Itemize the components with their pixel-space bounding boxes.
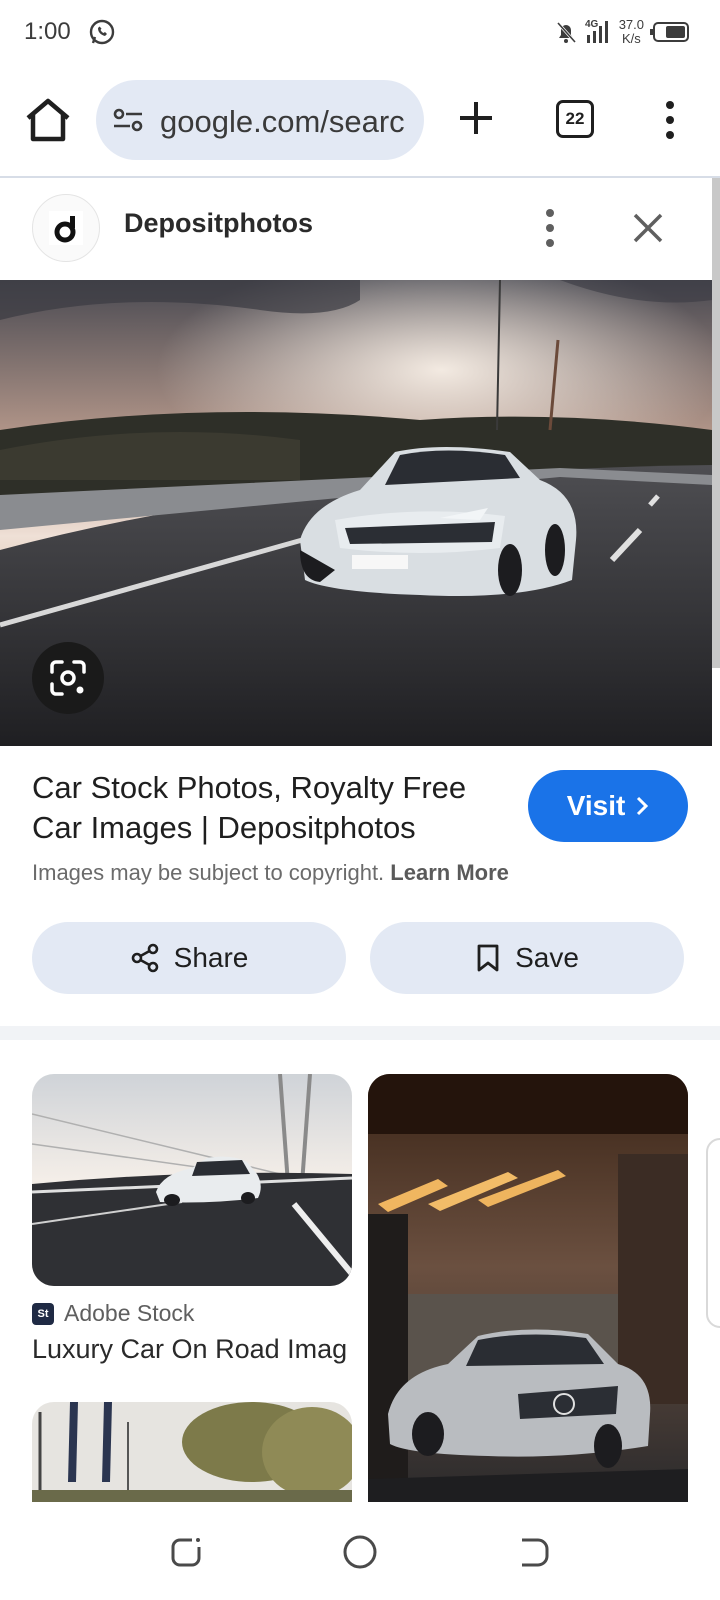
scrollbar[interactable] bbox=[712, 178, 720, 668]
more-vert-icon[interactable] bbox=[660, 98, 680, 142]
status-time: 1:00 bbox=[24, 18, 71, 45]
related-car-photo bbox=[32, 1074, 352, 1286]
card-title[interactable]: Luxury Car On Road Images – Browse 1,0..… bbox=[32, 1334, 348, 1365]
result-title[interactable]: Car Stock Photos, Royalty Free Car Image… bbox=[32, 768, 512, 848]
car-photo bbox=[0, 280, 712, 746]
copyright-text: Images may be subject to copyright. bbox=[32, 860, 385, 885]
related-image-card[interactable] bbox=[32, 1402, 352, 1502]
related-image-card[interactable] bbox=[32, 1074, 352, 1286]
home-icon[interactable] bbox=[22, 96, 74, 144]
speed-value: 37.0 bbox=[618, 17, 644, 32]
source-name[interactable]: Depositphotos bbox=[124, 208, 313, 239]
learn-more-link[interactable]: Learn More bbox=[390, 860, 509, 885]
share-icon bbox=[131, 943, 158, 973]
tune-icon[interactable] bbox=[112, 106, 144, 134]
more-vert-icon[interactable] bbox=[540, 206, 560, 250]
network-speed: 37.0 K/s bbox=[619, 18, 644, 46]
main-image[interactable] bbox=[0, 280, 712, 746]
source-header: Depositphotos bbox=[0, 178, 712, 278]
lens-button[interactable] bbox=[32, 642, 104, 714]
lens-icon bbox=[50, 660, 86, 696]
depositphotos-icon bbox=[49, 211, 83, 245]
battery-icon bbox=[650, 22, 689, 42]
system-nav-bar bbox=[0, 1502, 720, 1600]
tab-switcher-button[interactable]: 22 bbox=[556, 100, 594, 138]
adobe-stock-icon: St bbox=[32, 1302, 54, 1325]
visit-button[interactable]: Visit bbox=[528, 770, 688, 842]
save-button[interactable]: Save bbox=[370, 922, 684, 994]
bell-off-icon bbox=[556, 21, 576, 44]
card-source-name: Adobe Stock bbox=[64, 1300, 195, 1326]
share-button[interactable]: Share bbox=[32, 922, 346, 994]
related-photo-trees bbox=[32, 1402, 352, 1502]
status-bar: 1:00 4G 37.0 K/s bbox=[0, 0, 720, 64]
status-icons: 4G 37.0 K/s bbox=[555, 14, 690, 50]
browser-toolbar: google.com/search 22 bbox=[0, 76, 720, 164]
depositphotos-logo bbox=[32, 194, 100, 262]
address-bar[interactable]: google.com/search bbox=[96, 80, 424, 160]
section-divider bbox=[0, 1026, 720, 1040]
visit-label: Visit bbox=[566, 790, 626, 821]
chevron-right-icon bbox=[637, 796, 649, 816]
plus-icon[interactable] bbox=[456, 98, 496, 138]
bookmark-icon bbox=[477, 944, 499, 972]
save-label: Save bbox=[515, 942, 579, 973]
close-icon[interactable] bbox=[630, 210, 666, 246]
copyright-notice: Images may be subject to copyright. Lear… bbox=[32, 860, 509, 886]
speed-unit: K/s bbox=[621, 31, 641, 46]
back-icon[interactable] bbox=[514, 1532, 554, 1572]
whatsapp-icon bbox=[89, 19, 115, 45]
svg-text:4G: 4G bbox=[585, 19, 599, 30]
card-source: St Adobe Stock bbox=[32, 1300, 194, 1327]
related-car-tunnel-photo bbox=[368, 1074, 688, 1502]
signal-icon: 4G bbox=[585, 19, 608, 43]
side-panel-handle[interactable] bbox=[706, 1138, 720, 1328]
home-nav-icon[interactable] bbox=[340, 1532, 380, 1572]
related-image-card[interactable] bbox=[368, 1074, 688, 1502]
share-label: Share bbox=[173, 942, 249, 973]
url-text[interactable]: google.com/search bbox=[160, 104, 404, 140]
recents-icon[interactable] bbox=[166, 1532, 206, 1572]
